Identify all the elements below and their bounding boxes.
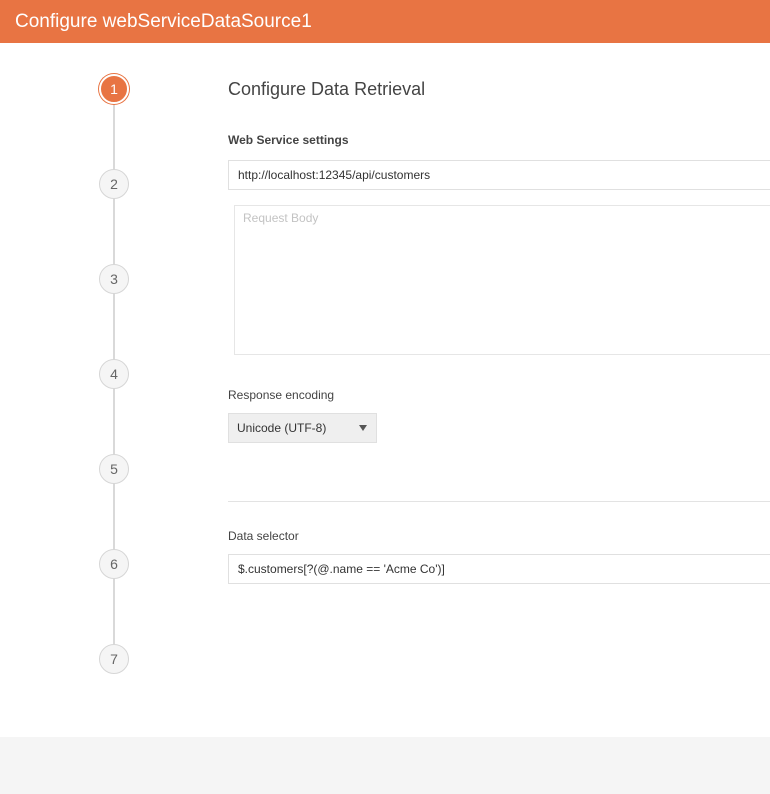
step-1[interactable]: 1: [99, 74, 129, 104]
response-encoding-label: Response encoding: [228, 388, 335, 402]
data-selector-input[interactable]: [228, 554, 770, 584]
data-selector-label: Data selector: [228, 529, 299, 543]
url-input[interactable]: [228, 160, 770, 190]
response-encoding-value: Unicode (UTF-8): [237, 421, 327, 435]
step-4[interactable]: 4: [99, 359, 129, 389]
step-5[interactable]: 5: [99, 454, 129, 484]
step-7[interactable]: 7: [99, 644, 129, 674]
step-content: Configure Data Retrieval Web Service set…: [228, 43, 770, 737]
step-2[interactable]: 2: [99, 169, 129, 199]
dialog-title: Configure webServiceDataSource1: [0, 0, 770, 43]
page-title: Configure Data Retrieval: [228, 79, 426, 99]
web-service-settings-label: Web Service settings: [228, 133, 349, 147]
request-body-textarea[interactable]: [234, 205, 770, 355]
step-6[interactable]: 6: [99, 549, 129, 579]
section-divider: [228, 501, 770, 502]
chevron-down-icon: [359, 425, 367, 431]
step-3[interactable]: 3: [99, 264, 129, 294]
response-encoding-select[interactable]: Unicode (UTF-8): [228, 413, 377, 443]
wizard-stepper: 1 2 3 4 5 6 7: [0, 43, 220, 737]
dialog-footer: [0, 737, 770, 794]
